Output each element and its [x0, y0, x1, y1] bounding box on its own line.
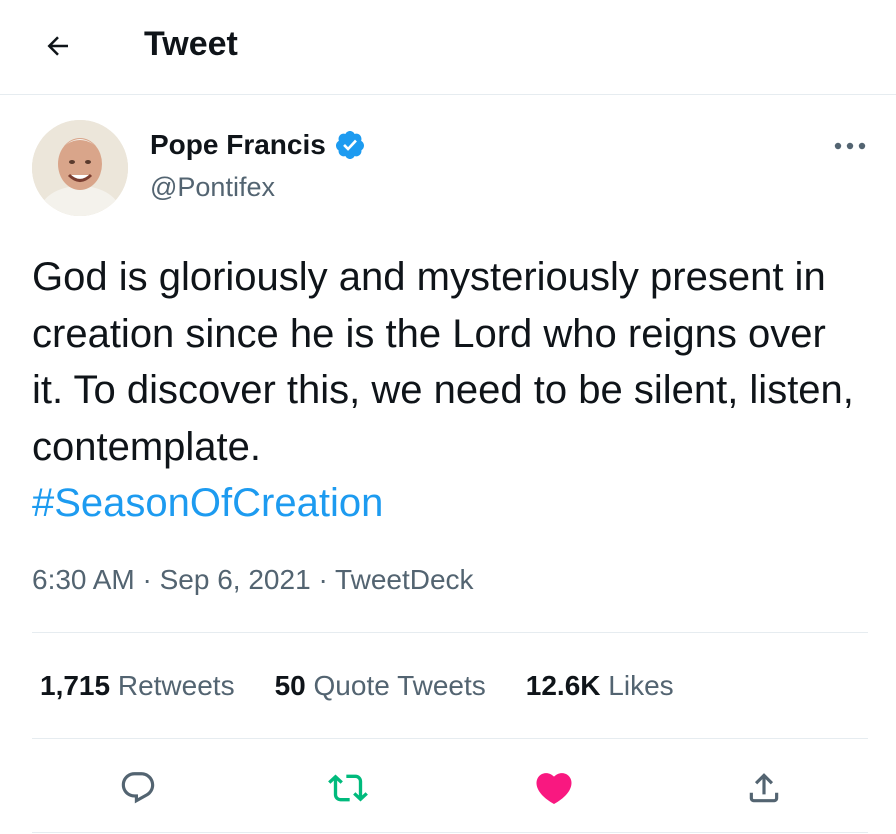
retweet-icon [328, 774, 368, 802]
like-button[interactable] [532, 766, 576, 810]
reply-button[interactable] [116, 766, 160, 810]
action-bar [0, 760, 896, 812]
tweet-text: God is gloriously and mysteriously prese… [32, 255, 854, 469]
divider [32, 738, 868, 739]
avatar[interactable] [32, 120, 128, 216]
arrow-left-icon [47, 36, 68, 56]
share-icon [749, 773, 779, 803]
retweets-count: 1,715 [40, 670, 111, 701]
page-title: Tweet [144, 25, 238, 63]
reply-icon [121, 772, 155, 804]
quote-tweets-count: 50 [274, 670, 306, 701]
hashtag-link[interactable]: #SeasonOfCreation [32, 475, 862, 532]
retweets-stat[interactable]: 1,715 Retweets [40, 666, 235, 706]
verified-badge-icon [335, 131, 364, 159]
divider [32, 632, 868, 633]
likes-count: 12.6K [525, 670, 601, 701]
divider [32, 832, 868, 833]
meta-separator: · [318, 564, 328, 595]
more-options-button[interactable] [828, 130, 872, 162]
author-handle[interactable]: @Pontifex [150, 170, 275, 204]
tweet-stats: 1,715 Retweets 50 Quote Tweets 12.6K Lik… [40, 666, 714, 706]
more-horizontal-icon [834, 142, 866, 150]
likes-stat[interactable]: 12.6K Likes [526, 666, 674, 706]
tweet-body: God is gloriously and mysteriously prese… [32, 249, 862, 532]
heart-icon [536, 773, 572, 805]
avatar-portrait-image [32, 120, 128, 216]
tweet-date[interactable]: Sep 6, 2021 [160, 564, 311, 595]
tweet-source[interactable]: TweetDeck [335, 564, 474, 595]
meta-separator: · [142, 564, 152, 595]
quote-tweets-stat[interactable]: 50 Quote Tweets [275, 666, 486, 706]
author-name[interactable]: Pope Francis [150, 128, 366, 162]
share-button[interactable] [742, 766, 786, 810]
author-name-text: Pope Francis [150, 129, 326, 160]
tweet-meta: 6:30 AM · Sep 6, 2021 · TweetDeck [32, 558, 474, 602]
retweet-button[interactable] [326, 766, 370, 810]
top-bar: Tweet [0, 0, 896, 95]
back-button[interactable] [40, 28, 76, 64]
retweets-label: Retweets [117, 670, 235, 701]
tweet-time[interactable]: 6:30 AM [32, 564, 135, 595]
quote-tweets-label: Quote Tweets [313, 670, 486, 701]
likes-label: Likes [608, 670, 674, 701]
